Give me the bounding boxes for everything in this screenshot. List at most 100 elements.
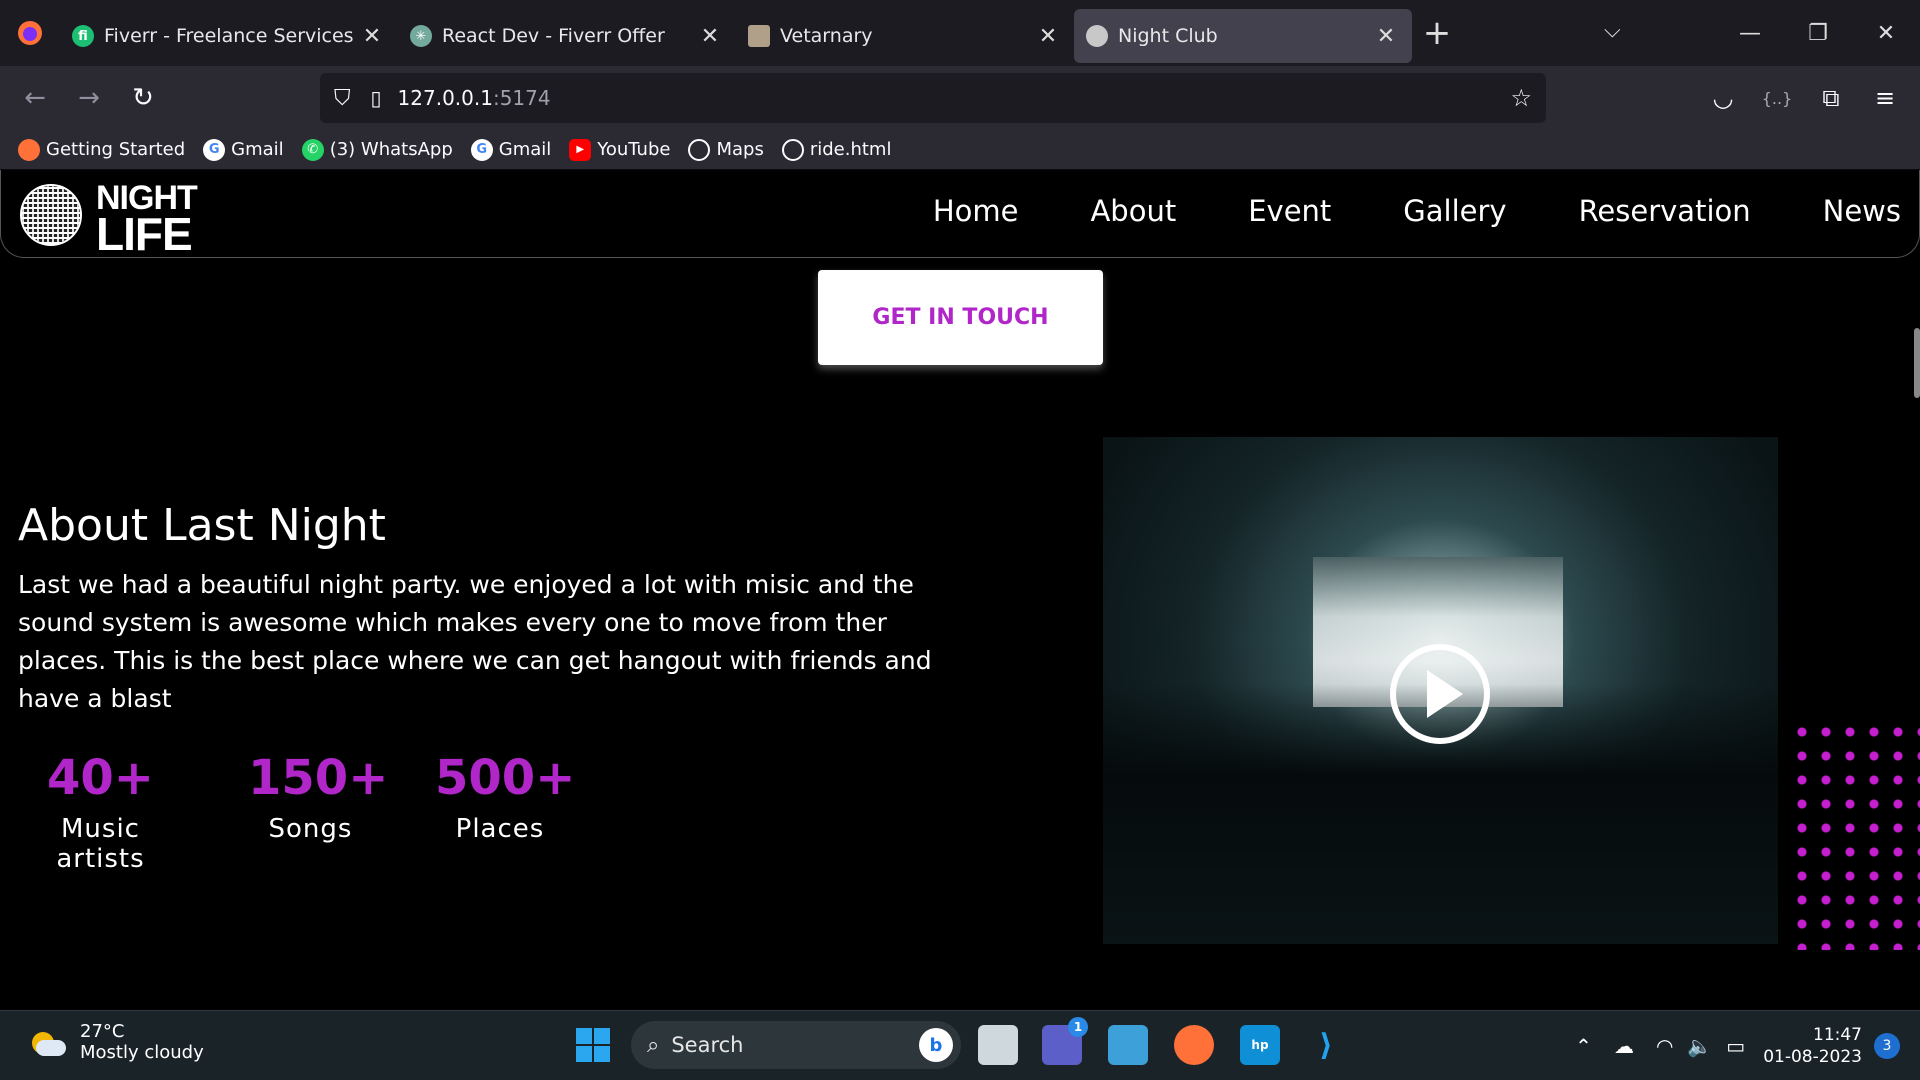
menu-news[interactable]: News [1823,194,1901,228]
close-icon[interactable]: ✕ [1374,24,1398,49]
site-header: NIGHT LIFE Home About Event Gallery Rese… [0,170,1920,258]
system-tray: ⌃ ☁ ◠ 🔈 ▭ 11:47 01-08-2023 3 [1575,1011,1920,1080]
clock[interactable]: 11:47 01-08-2023 [1763,1024,1862,1068]
hamburger-menu-icon[interactable]: ≡ [1858,71,1912,125]
firefox-icon[interactable] [0,0,60,66]
stat-label: Music artists [56,814,145,874]
tab-title: React Dev - Fiverr Offer [442,25,665,47]
stat-number: 500+ [435,750,576,806]
bookmark-youtube[interactable]: ▶ YouTube [569,138,671,161]
about-title: About Last Night [18,500,386,551]
menu-about[interactable]: About [1090,194,1176,228]
extensions-icon[interactable]: ⧉ [1804,71,1858,125]
firefox-taskbar-icon[interactable] [1174,1025,1214,1065]
taskbar-search[interactable]: ⌕ Search b [631,1021,961,1069]
restore-button[interactable]: ❐ [1784,0,1852,66]
chatgpt-icon: ✳ [410,25,432,47]
teams-icon[interactable]: 1 [1042,1017,1088,1065]
star-icon[interactable]: ☆ [1510,84,1532,112]
disco-ball-logo-icon[interactable] [20,184,82,246]
menu-gallery[interactable]: Gallery [1403,194,1506,228]
bookmark-label: (3) WhatsApp [329,139,453,160]
close-window-button[interactable]: ✕ [1852,0,1920,66]
onedrive-icon[interactable]: ☁ [1614,1034,1634,1058]
reload-button[interactable]: ↻ [116,71,170,125]
bookmark-gmail[interactable]: G Gmail [203,138,284,161]
bookmark-ride[interactable]: ride.html [781,138,892,161]
close-icon[interactable]: ✕ [360,24,384,49]
window-controls: — ❐ ✕ [1716,0,1920,66]
close-icon[interactable]: ✕ [698,24,722,49]
menu-home[interactable]: Home [933,194,1019,228]
tab-title: Vetarnary [780,25,873,47]
bookmark-label: Gmail [498,139,552,160]
tab-night-club[interactable]: Night Club ✕ [1074,9,1412,63]
wifi-icon[interactable]: ◠ [1656,1034,1673,1058]
tab-title: Night Club [1118,25,1218,47]
bookmark-gmail-2[interactable]: G Gmail [470,138,552,161]
bookmark-label: Maps [716,139,764,160]
bookmark-maps[interactable]: Maps [688,138,764,161]
chevron-down-icon[interactable]: ⌵ [1604,18,1621,43]
bookmarks-bar: Getting Started G Gmail ✆ (3) WhatsApp G… [0,130,1920,170]
bookmark-whatsapp[interactable]: ✆ (3) WhatsApp [301,138,453,161]
task-view-icon[interactable] [978,1025,1018,1065]
notepad-icon[interactable] [1108,1025,1148,1065]
globe-icon [781,138,804,161]
tab-vetarnary[interactable]: Vetarnary ✕ [736,9,1074,63]
new-tab-button[interactable]: + [1412,13,1462,53]
battery-icon[interactable]: ▭ [1726,1034,1745,1058]
menu-reservation[interactable]: Reservation [1579,194,1751,228]
cloud-sun-icon [28,1028,66,1056]
back-button[interactable]: ← [8,71,62,125]
extension-json-icon[interactable]: {..} [1750,71,1804,125]
notification-badge[interactable]: 3 [1874,1033,1900,1059]
bookmark-getting-started[interactable]: Getting Started [18,138,186,161]
weather-widget[interactable]: 27°C Mostly cloudy [28,1021,204,1063]
google-icon: G [203,138,226,161]
concert-video-thumbnail[interactable] [1103,437,1778,944]
youtube-icon: ▶ [569,138,592,161]
stat-places: 500+ Places [435,748,576,844]
close-icon[interactable]: ✕ [1036,24,1060,49]
bookmark-label: ride.html [809,139,892,160]
teams-badge: 1 [1068,1017,1088,1037]
volume-icon[interactable]: 🔈 [1687,1034,1712,1058]
forward-button[interactable]: → [62,71,116,125]
stat-number: 150+ [248,750,389,806]
myhp-icon[interactable]: hp [1240,1025,1280,1065]
site-logo[interactable]: NIGHT LIFE [96,180,198,260]
logo-line-2: LIFE [96,208,193,260]
weather-temp: 27°C [80,1021,125,1042]
tab-fiverr[interactable]: fi Fiverr - Freelance Services Mark ✕ [60,9,398,63]
weather-desc: Mostly cloudy [80,1042,204,1063]
shield-icon[interactable]: ⛉ [334,86,351,111]
globe-icon [688,138,711,161]
vscode-icon[interactable]: ⟩ [1306,1025,1346,1065]
bookmark-label: Getting Started [46,139,186,160]
scrollbar-thumb[interactable] [1914,328,1920,398]
url-bar[interactable]: ⛉ ▯ 127.0.0.1:5174 ☆ [320,73,1546,123]
play-icon[interactable] [1390,644,1490,744]
whatsapp-icon: ✆ [301,138,324,161]
menu-event[interactable]: Event [1248,194,1331,228]
windows-start-icon[interactable] [576,1028,610,1062]
tab-react-dev[interactable]: ✳ React Dev - Fiverr Offer ✕ [398,9,736,63]
pocket-icon[interactable]: ◡ [1696,71,1750,125]
about-text: Last we had a beautiful night party. we … [18,570,932,713]
bookmark-label: Gmail [231,139,284,160]
browser-nav-bar: ← → ↻ ⛉ ▯ 127.0.0.1:5174 ☆ ◡ {..} ⧉ ≡ [0,66,1920,130]
stat-songs: 150+ Songs [248,748,389,844]
vetarnary-favicon-icon [748,25,770,47]
bing-icon[interactable]: b [919,1028,953,1062]
tab-title: Fiverr - Freelance Services Mark [104,25,360,47]
url-host: 127.0.0.1 [397,86,493,110]
stat-label: Songs [268,814,353,844]
get-in-touch-button[interactable]: GET IN TOUCH [818,270,1103,365]
stat-artists: 40+ Music artists [18,748,183,874]
stat-label: Places [455,814,545,844]
screen: fi Fiverr - Freelance Services Mark ✕ ✳ … [0,0,1920,1080]
chevron-up-icon[interactable]: ⌃ [1575,1034,1592,1058]
minimize-button[interactable]: — [1716,0,1784,66]
bookmark-label: YouTube [597,139,671,160]
